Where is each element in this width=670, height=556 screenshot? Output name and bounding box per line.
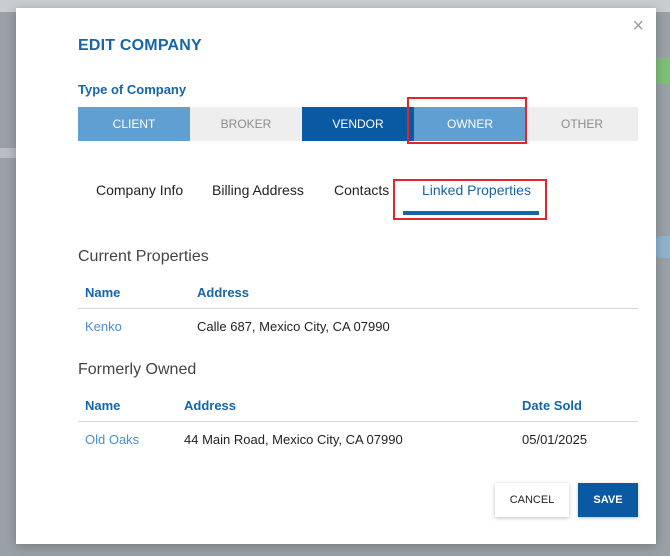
active-tab-underline: [403, 211, 539, 215]
formerly-owned-title: Formerly Owned: [78, 361, 197, 378]
current-name-header: Name: [85, 285, 121, 300]
current-properties-title: Current Properties: [78, 248, 209, 265]
type-of-company-label: Type of Company: [78, 82, 187, 97]
former-property-name-link[interactable]: Old Oaks: [85, 432, 139, 447]
type-vendor-button[interactable]: VENDOR: [302, 107, 414, 141]
close-icon[interactable]: ×: [632, 16, 644, 36]
type-owner-button[interactable]: OWNER: [414, 107, 526, 141]
former-name-header: Name: [85, 398, 121, 413]
tab-linked-properties[interactable]: Linked Properties: [422, 182, 531, 198]
backdrop-green-tab: [656, 58, 670, 84]
current-property-address: Calle 687, Mexico City, CA 07990: [197, 319, 390, 334]
former-property-address: 44 Main Road, Mexico City, CA 07990: [184, 432, 403, 447]
tab-billing-address[interactable]: Billing Address: [212, 182, 304, 198]
edit-company-modal: × EDIT COMPANY Type of Company CLIENT BR…: [16, 8, 656, 544]
company-type-selector: CLIENT BROKER VENDOR OWNER OTHER: [78, 107, 638, 141]
former-address-header: Address: [184, 398, 237, 413]
tab-contacts[interactable]: Contacts: [334, 182, 389, 198]
former-date-sold-header: Date Sold: [522, 398, 582, 413]
former-property-date-sold: 05/01/2025: [522, 432, 588, 447]
save-button[interactable]: SAVE: [578, 483, 638, 517]
cancel-button[interactable]: CANCEL: [495, 483, 569, 517]
backdrop-blue-tab: [656, 236, 670, 258]
current-header-divider: [78, 308, 638, 309]
type-client-button[interactable]: CLIENT: [78, 107, 190, 141]
tab-company-info[interactable]: Company Info: [96, 182, 183, 198]
former-header-divider: [78, 421, 638, 422]
type-other-button[interactable]: OTHER: [526, 107, 638, 141]
modal-title: EDIT COMPANY: [78, 37, 202, 54]
tab-bar: Company Info Billing Address Contacts Li…: [16, 182, 656, 222]
current-property-name-link[interactable]: Kenko: [85, 319, 122, 334]
current-address-header: Address: [197, 285, 250, 300]
backdrop-element: [0, 148, 16, 158]
type-broker-button[interactable]: BROKER: [190, 107, 302, 141]
